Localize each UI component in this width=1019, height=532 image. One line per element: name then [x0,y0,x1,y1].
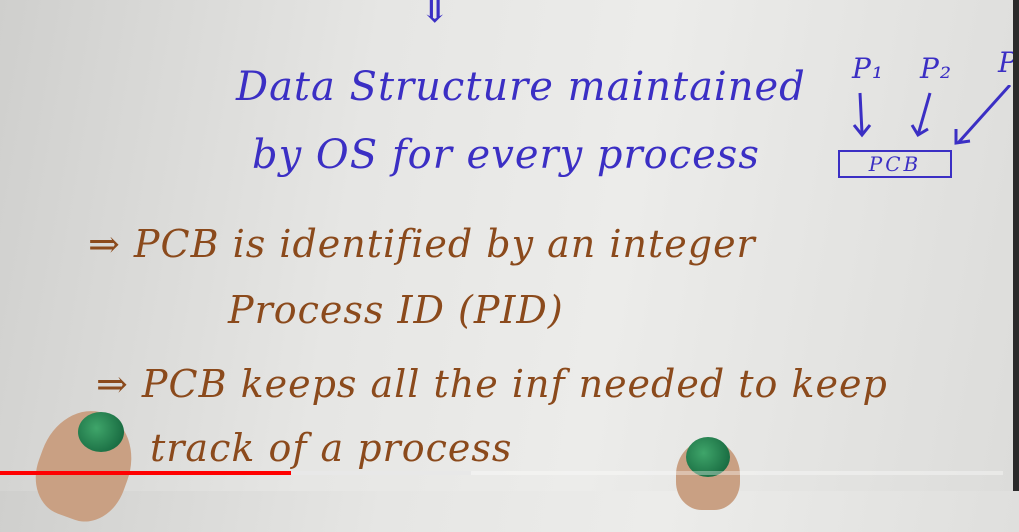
video-frame[interactable]: ⇓ Data Structure maintained by OS for ev… [0,0,1019,532]
pcb-box: PCB [838,150,952,178]
heading-line-2: by OS for every process [252,132,760,178]
nail-left [78,412,124,452]
arrows-icon [852,85,1012,145]
label-p2: P₂ [920,52,953,85]
bullet-1-line-2: Process ID (PID) [228,288,564,332]
label-p1: P₁ [852,52,885,85]
heading-line-1: Data Structure maintained [236,64,806,110]
down-arrow-icon: ⇓ [418,0,453,32]
frame-edge [1013,0,1019,491]
bullet-2-line-2: track of a process [150,426,513,470]
progress-played [0,471,291,475]
bullet-2-line-1: ⇒ PCB keeps all the inf needed to keep [96,362,888,406]
progress-bar[interactable] [0,471,1003,475]
bullet-1-line-1: ⇒ PCB is identified by an integer [88,222,756,266]
